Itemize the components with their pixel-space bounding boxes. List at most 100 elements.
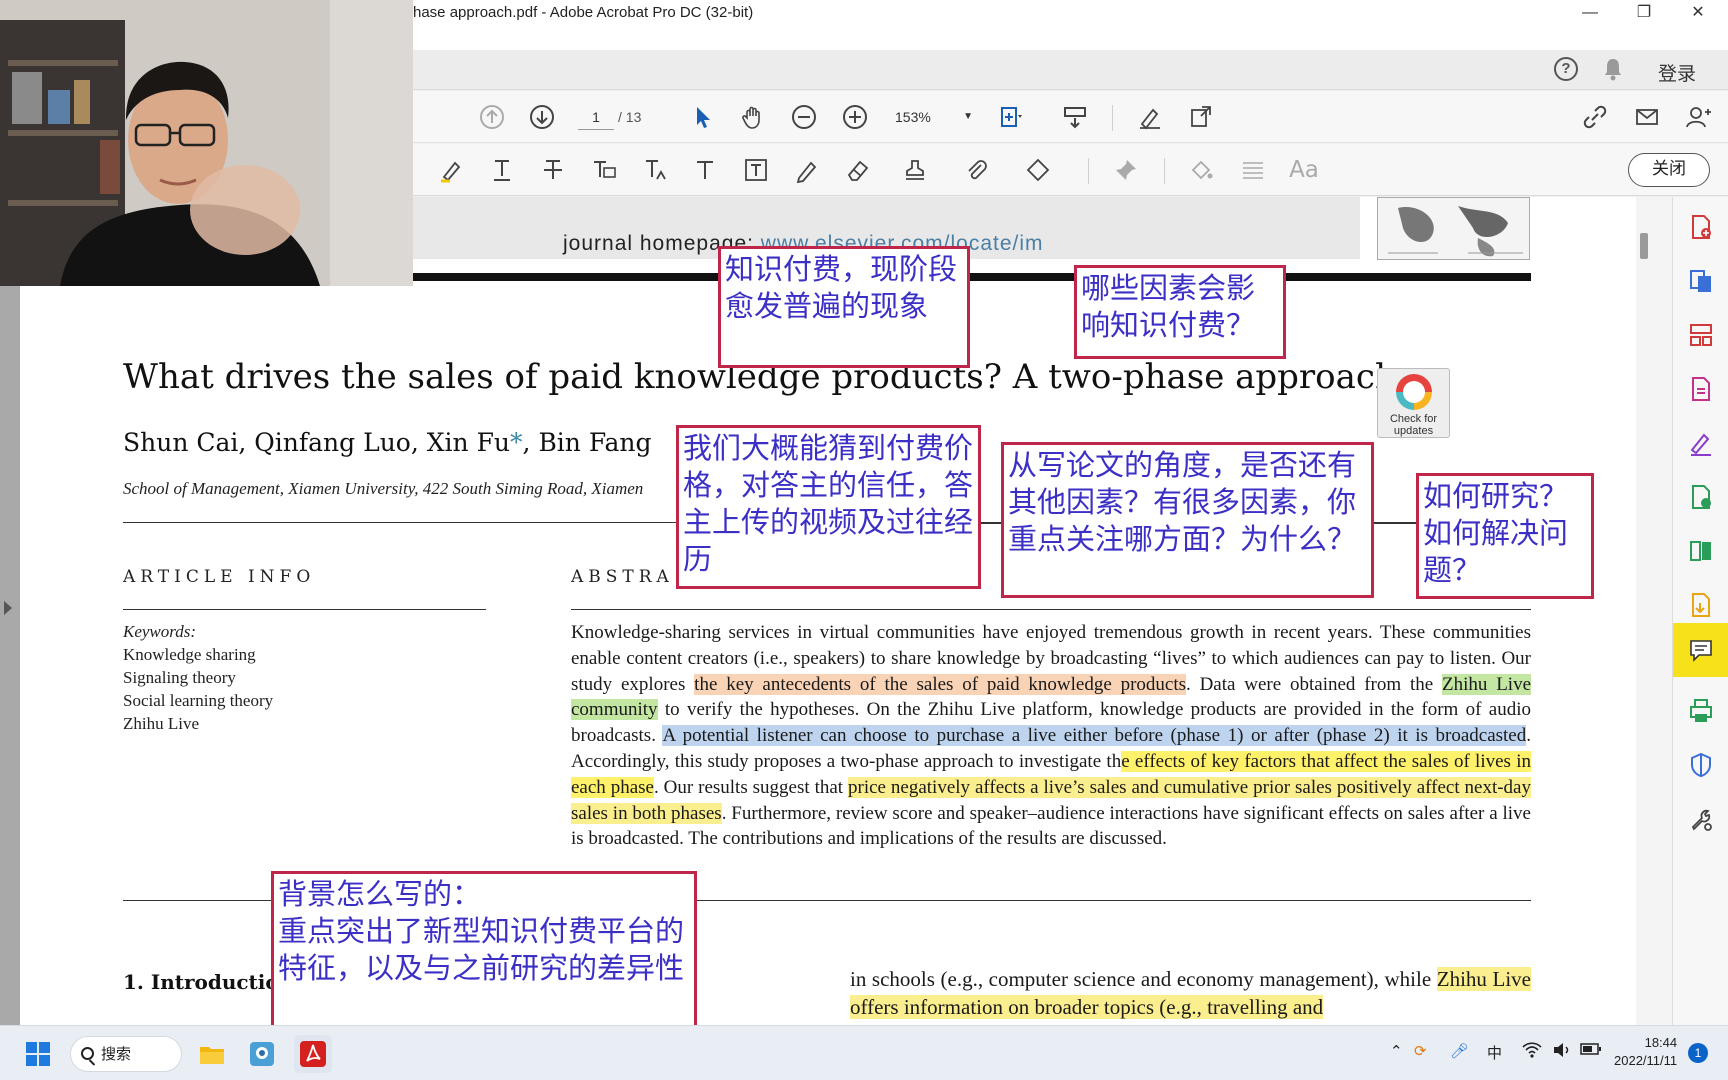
file-explorer-app[interactable]: [193, 1035, 231, 1073]
zoom-select[interactable]: 153% ▼: [895, 104, 973, 130]
authors-main: Shun Cai, Qinfang Luo, Xin Fu: [123, 428, 511, 457]
pin-icon[interactable]: [1111, 155, 1141, 185]
text-box-icon[interactable]: [741, 155, 771, 185]
toolbar-divider: [1112, 105, 1113, 131]
share-user-icon[interactable]: [1683, 102, 1713, 132]
recorder-icon: [250, 1042, 274, 1066]
start-button[interactable]: [19, 1035, 57, 1073]
export-tool[interactable]: [1673, 582, 1728, 628]
check-updates-badge[interactable]: Check for updates: [1377, 368, 1450, 438]
microphone-icon[interactable]: 🎤︎: [1450, 1042, 1469, 1060]
webcam-overlay: [0, 0, 413, 286]
notification-badge[interactable]: 1: [1688, 1043, 1708, 1063]
stamp-icon[interactable]: [901, 155, 931, 185]
annotation-box[interactable]: 从写论文的角度，是否还有其他因素？有很多因素，你重点关注哪方面？为什么？: [1001, 442, 1374, 598]
next-page-icon[interactable]: [527, 102, 557, 132]
zoom-in-icon[interactable]: [840, 102, 870, 132]
page-fit-icon[interactable]: [996, 102, 1026, 132]
taskbar: 搜索 ⌃ ⟳ 🎤︎ 中 18:44 2022/11/11 1: [0, 1025, 1728, 1080]
comment-tool[interactable]: [1673, 623, 1728, 677]
keyword-item: Signaling theory: [123, 668, 236, 687]
add-text-icon[interactable]: [690, 155, 720, 185]
export-pdf-tool[interactable]: [1673, 258, 1728, 304]
edit-pdf-tool[interactable]: [1673, 366, 1728, 412]
keywords-label: Keywords:: [123, 622, 197, 641]
send-for-review-tool[interactable]: [1673, 474, 1728, 520]
organize-pages-tool[interactable]: [1673, 312, 1728, 358]
sync-icon[interactable]: ⟳: [1414, 1042, 1427, 1060]
abstract-segment: . Data were obtained from the: [1186, 673, 1442, 695]
restore-button[interactable]: ❐: [1629, 2, 1659, 24]
fill-color-icon[interactable]: [1186, 155, 1216, 185]
recorder-app[interactable]: [243, 1035, 281, 1073]
ime-indicator[interactable]: 中: [1487, 1042, 1502, 1063]
clock[interactable]: 18:44 2022/11/11: [1614, 1034, 1677, 1070]
check-label-1: Check for: [1389, 413, 1438, 425]
scroll-mode-icon[interactable]: [1060, 102, 1090, 132]
replace-text-icon[interactable]: [589, 155, 619, 185]
link-icon[interactable]: [1580, 102, 1610, 132]
volume-icon[interactable]: [1552, 1042, 1572, 1062]
fill-sign-tool[interactable]: [1673, 420, 1728, 466]
attach-file-icon[interactable]: [962, 155, 992, 185]
underline-text-icon[interactable]: [487, 155, 517, 185]
annotation-box[interactable]: 哪些因素会影响知识付费？: [1074, 265, 1286, 359]
zoom-out-icon[interactable]: [789, 102, 819, 132]
fill-sign-icon: [1690, 433, 1711, 456]
clock-date: 2022/11/11: [1614, 1053, 1678, 1068]
eraser-icon[interactable]: [843, 155, 873, 185]
document-viewport[interactable]: journal homepage: www.elsevier.com/locat…: [0, 197, 1672, 1025]
taskbar-search[interactable]: 搜索: [70, 1036, 182, 1072]
highlight-blue[interactable]: A potential listener can choose to purch…: [662, 725, 1527, 747]
vertical-scrollbar[interactable]: [1636, 197, 1672, 1025]
more-tools[interactable]: [1673, 796, 1728, 842]
intro-segment: in schools (e.g., computer science and e…: [850, 967, 1437, 991]
highlighter-icon[interactable]: [436, 155, 466, 185]
page-number-input[interactable]: 1: [578, 104, 614, 130]
keyword-item: Knowledge sharing: [123, 645, 256, 664]
battery-icon[interactable]: [1580, 1042, 1602, 1060]
minimize-button[interactable]: —: [1575, 2, 1605, 24]
tray-overflow-icon[interactable]: ⌃: [1390, 1042, 1403, 1060]
shapes-icon[interactable]: [1023, 155, 1053, 185]
highlight-orange[interactable]: the key antecedents of the sales of paid…: [694, 673, 1187, 695]
print-production-tool[interactable]: [1673, 688, 1728, 734]
prev-page-icon[interactable]: [477, 102, 507, 132]
send-icon[interactable]: [1186, 102, 1216, 132]
authors-end: , Bin Fang: [522, 428, 652, 457]
left-panel-toggle[interactable]: [4, 601, 12, 615]
wifi-icon[interactable]: [1522, 1042, 1542, 1062]
protect-tool[interactable]: [1673, 742, 1728, 788]
annotation-box[interactable]: 我们大概能猜到付费价格，对答主的信任，答主上传的视频及过往经历: [676, 425, 981, 589]
journal-cover-image: [1377, 197, 1530, 260]
check-label-2: updates: [1393, 425, 1434, 437]
strikethrough-icon[interactable]: [538, 155, 568, 185]
toolbar-divider: [1088, 158, 1089, 184]
line-weight-icon[interactable]: [1238, 155, 1268, 185]
scrollbar-thumb[interactable]: [1640, 233, 1648, 259]
connector-line: [1372, 523, 1416, 524]
paper-authors: Shun Cai, Qinfang Luo, Xin Fu*, Bin Fang: [123, 428, 652, 457]
pencil-icon[interactable]: [792, 155, 822, 185]
insert-text-icon[interactable]: [640, 155, 670, 185]
select-tool-icon[interactable]: [687, 102, 717, 132]
annotation-box[interactable]: 背景怎么写的： 重点突出了新型知识付费平台的特征，以及与之前研究的差异性: [271, 871, 697, 1025]
annotation-box[interactable]: 知识付费，现阶段愈发普遍的现象: [718, 246, 970, 368]
abstract-text: Knowledge-sharing services in virtual co…: [571, 620, 1532, 852]
close-window-button[interactable]: ✕: [1683, 2, 1713, 24]
email-icon[interactable]: [1632, 102, 1662, 132]
close-comment-button[interactable]: 关闭: [1628, 153, 1710, 187]
annotation-box[interactable]: 如何研究？如何解决问题？: [1416, 473, 1594, 599]
login-link[interactable]: 登录: [1658, 59, 1696, 86]
sign-icon[interactable]: [1135, 102, 1165, 132]
hand-tool-icon[interactable]: [738, 102, 768, 132]
help-icon[interactable]: ?: [1554, 57, 1578, 81]
chevron-down-icon: ▼: [963, 111, 973, 122]
bell-icon[interactable]: [1603, 57, 1623, 81]
font-size-icon[interactable]: Aa: [1289, 155, 1319, 185]
compare-tool[interactable]: [1673, 528, 1728, 574]
clock-time: 18:44: [1644, 1035, 1678, 1050]
create-pdf-tool[interactable]: [1673, 204, 1728, 250]
acrobat-app[interactable]: [294, 1035, 332, 1073]
corresponding-author-mark[interactable]: *: [510, 428, 523, 457]
